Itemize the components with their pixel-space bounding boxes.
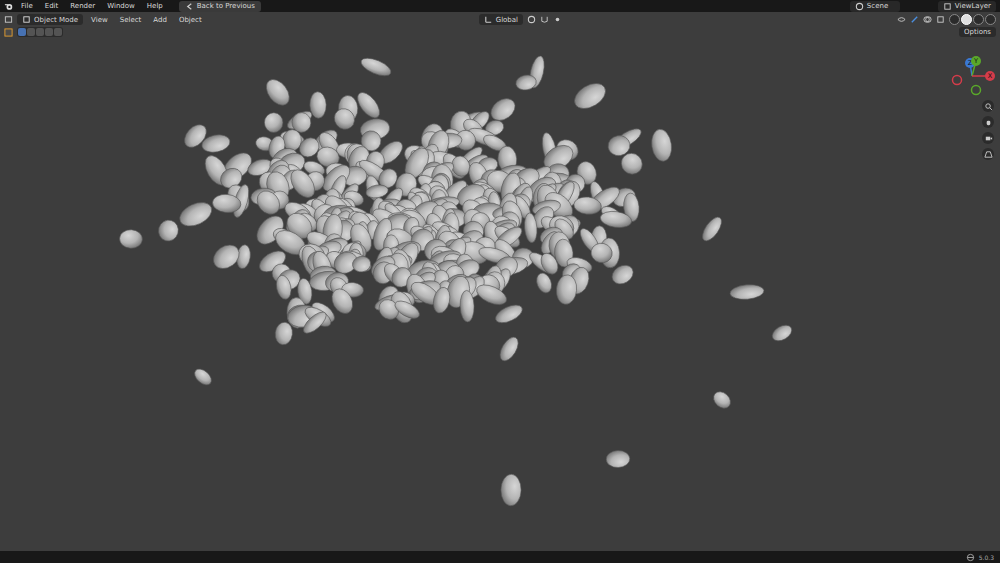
header-menu-item[interactable]: View <box>87 15 112 25</box>
globe-icon <box>966 553 975 562</box>
shading-mode-button[interactable] <box>949 14 960 25</box>
visibility-icon <box>897 15 906 24</box>
axis-label: Y <box>973 57 978 65</box>
top-bar: File EditRender Window Help Back to Previous… <box>0 0 1000 12</box>
pan-hand-icon <box>984 118 993 127</box>
menu-item[interactable]: File <box>17 1 37 11</box>
shading-mode-button[interactable] <box>973 14 984 25</box>
select-mode-button[interactable] <box>18 28 26 36</box>
axis-label: X <box>988 72 993 80</box>
navigation-button[interactable] <box>982 116 994 128</box>
menu-item[interactable]: Render <box>66 1 99 11</box>
header-row: Options <box>4 27 996 37</box>
scene-icon <box>855 2 864 11</box>
view-layer-field[interactable]: ViewLayer <box>938 1 996 12</box>
mode-dropdown[interactable]: Object Mode <box>17 14 83 25</box>
header-row: Object Mode View SelectAdd Object Global <box>4 14 996 25</box>
mode-label: Object Mode <box>34 16 78 24</box>
navigation-button[interactable] <box>982 148 994 160</box>
header-menu-item[interactable]: Select <box>116 15 146 25</box>
zoom-icon <box>984 102 993 111</box>
select-mode-button[interactable] <box>45 28 53 36</box>
version-label: 5.0.3 <box>979 554 994 561</box>
select-mode-button[interactable] <box>54 28 62 36</box>
3d-viewport[interactable]: Object Mode View SelectAdd Object Global Opti… <box>0 12 1000 551</box>
camera-icon <box>984 134 993 143</box>
navigation-gizmo[interactable]: ZYX <box>945 52 997 100</box>
scene-name: Scene <box>867 2 888 10</box>
shading-mode-button[interactable] <box>985 14 996 25</box>
back-icon <box>185 2 194 11</box>
negative-axis-handle[interactable] <box>953 76 962 85</box>
overlay-icon <box>923 15 932 24</box>
transform-orientation-dropdown[interactable]: Global <box>479 14 523 25</box>
object-mode-icon <box>22 15 31 24</box>
scene-field[interactable]: Scene <box>850 1 900 12</box>
options-label: Options <box>964 28 991 36</box>
menu-item[interactable]: Help <box>143 1 167 11</box>
shading-mode-button[interactable] <box>961 14 972 25</box>
back-to-previous-button[interactable]: Back to Previous <box>179 1 261 12</box>
select-tool-icon <box>4 28 13 37</box>
layers-icon <box>943 2 952 11</box>
orientation-label: Global <box>496 16 518 24</box>
select-mode-button[interactable] <box>27 28 35 36</box>
view-layer-name: ViewLayer <box>955 2 991 10</box>
navigation-buttons <box>982 100 994 160</box>
viewport-header: Object Mode View SelectAdd Object Global Opti… <box>0 12 1000 39</box>
axis-handle[interactable] <box>971 56 981 66</box>
menu-item[interactable]: Window <box>103 1 139 11</box>
header-menu-item[interactable]: Object <box>175 15 206 25</box>
menu-item[interactable]: Edit <box>41 1 63 11</box>
orientation-icon <box>484 15 493 24</box>
back-label: Back to Previous <box>197 2 255 10</box>
negative-axis-handle[interactable] <box>972 86 981 95</box>
options-dropdown[interactable]: Options <box>959 27 996 37</box>
select-modes <box>17 27 63 37</box>
shading-modes <box>949 14 996 25</box>
axis-handle[interactable] <box>985 71 995 81</box>
navigation-button[interactable] <box>982 100 994 112</box>
proportional-edit-icon <box>553 15 562 24</box>
header-menu-item[interactable]: Add <box>149 15 171 25</box>
pivot-icon <box>527 15 536 24</box>
xray-icon <box>936 15 945 24</box>
perspective-icon <box>984 150 993 159</box>
status-bar: 5.0.3 <box>0 551 1000 563</box>
blender-logo-icon <box>4 2 13 11</box>
gizmo-toggle-icon <box>910 15 919 24</box>
select-mode-button[interactable] <box>36 28 44 36</box>
editor-type-icon <box>4 15 13 24</box>
navigation-button[interactable] <box>982 132 994 144</box>
pebble-pile <box>0 12 1000 539</box>
snap-icon <box>540 15 549 24</box>
